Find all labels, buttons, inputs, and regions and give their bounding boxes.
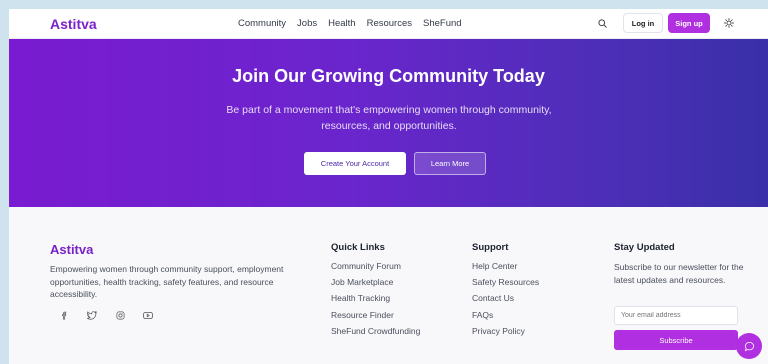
nav-link-resources[interactable]: Resources — [367, 18, 412, 29]
footer-link-safety-resources[interactable]: Safety Resources — [472, 277, 539, 293]
hero-title: Join Our Growing Community Today — [232, 66, 545, 86]
quick-links-heading: Quick Links — [331, 242, 385, 253]
subscribe-button[interactable]: Subscribe — [614, 330, 738, 350]
hero-subtitle: Be part of a movement that's empowering … — [226, 104, 552, 132]
login-button[interactable]: Log in — [623, 13, 663, 33]
facebook-icon — [61, 311, 66, 319]
nav-link-shefund[interactable]: SheFund — [423, 18, 462, 29]
chat-icon — [744, 341, 754, 351]
twitter-link[interactable] — [87, 310, 97, 320]
footer-link-privacy-policy[interactable]: Privacy Policy — [472, 326, 539, 342]
email-input[interactable] — [614, 306, 738, 325]
footer-link-faqs[interactable]: FAQs — [472, 310, 539, 326]
sun-icon — [724, 18, 734, 28]
newsletter-text: Subscribe to our newsletter for the late… — [614, 262, 744, 285]
instagram-icon — [116, 311, 124, 319]
page-frame: Astitva Community Jobs Health Resources … — [9, 9, 768, 364]
footer-link-health-tracking[interactable]: Health Tracking — [331, 293, 420, 309]
footer-link-help-center[interactable]: Help Center — [472, 261, 539, 277]
twitter-icon — [87, 310, 97, 320]
signup-button[interactable]: Sign up — [668, 13, 710, 33]
theme-toggle-button[interactable] — [721, 15, 737, 31]
site-footer: Astitva Empowering women through communi… — [9, 207, 768, 364]
social-links — [59, 310, 153, 320]
site-logo[interactable]: Astitva — [50, 16, 97, 32]
chat-button[interactable] — [736, 333, 762, 359]
main-nav: Community Jobs Health Resources SheFund — [238, 18, 462, 29]
footer-link-shefund-crowdfunding[interactable]: SheFund Crowdfunding — [331, 326, 420, 342]
hero-banner: Join Our Growing Community Today Be part… — [9, 39, 768, 207]
top-navbar: Astitva Community Jobs Health Resources … — [9, 9, 768, 39]
facebook-link[interactable] — [59, 310, 69, 320]
footer-link-job-marketplace[interactable]: Job Marketplace — [331, 277, 420, 293]
footer-link-resource-finder[interactable]: Resource Finder — [331, 310, 420, 326]
support-column: Support Help Center Safety Resources Con… — [472, 242, 539, 342]
search-icon — [597, 18, 607, 28]
create-account-button[interactable]: Create Your Account — [304, 152, 406, 175]
nav-link-health[interactable]: Health — [328, 18, 355, 29]
search-button[interactable] — [594, 15, 610, 31]
footer-link-community-forum[interactable]: Community Forum — [331, 261, 420, 277]
newsletter-heading: Stay Updated — [614, 242, 675, 253]
newsletter-column: Stay Updated Subscribe to our newsletter… — [614, 242, 744, 286]
instagram-link[interactable] — [115, 310, 125, 320]
nav-link-jobs[interactable]: Jobs — [297, 18, 317, 29]
footer-logo[interactable]: Astitva — [50, 242, 93, 257]
nav-link-community[interactable]: Community — [238, 18, 286, 29]
support-heading: Support — [472, 242, 509, 253]
footer-description: Empowering women through community suppo… — [50, 264, 284, 299]
quick-links-column: Quick Links Community Forum Job Marketpl… — [331, 242, 420, 342]
youtube-link[interactable] — [143, 310, 153, 320]
youtube-icon — [143, 311, 153, 319]
footer-link-contact-us[interactable]: Contact Us — [472, 293, 539, 309]
learn-more-button[interactable]: Learn More — [414, 152, 486, 175]
